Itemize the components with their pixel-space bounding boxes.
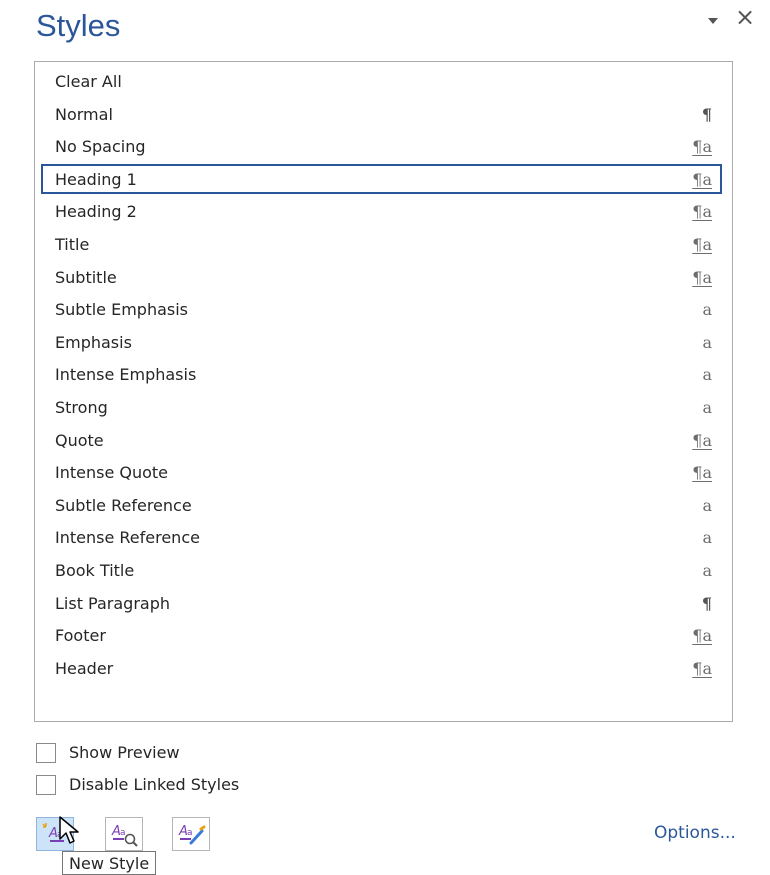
style-name: Intense Reference — [55, 528, 200, 548]
manage-styles-button[interactable]: A a — [172, 817, 210, 851]
style-name: Normal — [55, 104, 113, 124]
style-item[interactable]: Header ¶a — [41, 653, 722, 683]
style-name: Title — [55, 235, 90, 254]
style-name: Quote — [55, 430, 104, 450]
svg-text:a: a — [120, 828, 126, 838]
character-style-icon: a — [702, 398, 712, 417]
style-name: Heading 1 — [55, 169, 137, 189]
linked-style-icon: ¶a — [692, 463, 712, 483]
style-name: Clear All — [55, 72, 122, 91]
style-item[interactable]: Heading 2 ¶a — [41, 196, 722, 226]
style-item[interactable]: Footer ¶a — [41, 620, 722, 650]
linked-style-icon: ¶a — [692, 137, 712, 157]
svg-text:a: a — [187, 828, 193, 838]
character-style-icon: a — [702, 528, 712, 548]
new-style-tooltip: New Style — [62, 851, 157, 875]
character-style-icon: a — [702, 365, 712, 385]
disable-linked-styles-label[interactable]: Disable Linked Styles — [69, 775, 239, 795]
style-item[interactable]: Book Title a — [41, 555, 722, 585]
style-item[interactable]: List Paragraph ¶ — [41, 588, 722, 618]
character-style-icon: a — [702, 300, 712, 320]
linked-style-icon: ¶a — [692, 235, 712, 254]
style-name: Emphasis — [55, 332, 132, 352]
style-list[interactable]: Clear All Normal ¶ No Spacing ¶a Heading 1 ¶a H… — [34, 61, 733, 722]
style-name: Subtitle — [55, 267, 117, 287]
style-item[interactable]: Strong a — [41, 392, 722, 422]
style-item[interactable]: Subtitle ¶a — [41, 262, 722, 292]
show-preview-label[interactable]: Show Preview — [69, 743, 180, 763]
checkbox-icon[interactable] — [36, 775, 56, 795]
style-item[interactable]: Quote ¶a — [41, 425, 722, 455]
checkbox-icon[interactable] — [36, 743, 56, 763]
style-item[interactable]: Normal ¶ — [41, 99, 722, 129]
style-item[interactable]: Title ¶a — [41, 229, 722, 259]
style-inspector-button[interactable]: A a — [105, 817, 143, 851]
linked-style-icon: ¶a — [692, 430, 712, 450]
style-name: List Paragraph — [55, 593, 171, 613]
mouse-cursor-icon — [59, 816, 79, 844]
style-name: Book Title — [55, 561, 135, 580]
pane-title: Styles — [36, 8, 121, 43]
linked-style-icon: ¶a — [692, 658, 712, 678]
style-name: Strong — [55, 398, 108, 417]
linked-style-icon: ¶a — [692, 626, 712, 646]
style-name: Header — [55, 658, 114, 678]
paragraph-style-icon: ¶ — [701, 104, 712, 124]
character-style-icon: a — [702, 495, 712, 515]
style-name: No Spacing — [55, 137, 146, 157]
style-item[interactable]: Clear All — [41, 66, 722, 96]
style-item[interactable]: Intense Quote ¶a — [41, 457, 722, 487]
linked-style-icon: ¶a — [692, 267, 712, 287]
style-name: Subtle Emphasis — [55, 300, 189, 320]
pane-options-dropdown-icon[interactable] — [706, 16, 720, 26]
paragraph-style-icon: ¶ — [701, 593, 712, 613]
style-name: Intense Emphasis — [55, 365, 197, 385]
linked-style-icon: ¶a — [692, 202, 712, 222]
style-name: Intense Quote — [55, 463, 169, 483]
style-item[interactable]: No Spacing ¶a — [41, 131, 722, 161]
style-inspector-icon: A a — [111, 824, 138, 847]
style-item[interactable]: Subtle Reference a — [41, 490, 722, 520]
style-item[interactable]: Intense Reference a — [41, 522, 722, 552]
linked-style-icon: ¶a — [692, 169, 712, 189]
character-style-icon: a — [702, 561, 712, 580]
style-item[interactable]: Emphasis a — [41, 327, 722, 357]
options-link[interactable]: Options... — [654, 823, 736, 843]
character-style-icon: a — [702, 332, 712, 352]
style-item[interactable]: Heading 1 ¶a — [41, 163, 722, 194]
manage-styles-icon: A a — [178, 824, 206, 845]
style-name: Footer — [55, 626, 106, 646]
close-icon[interactable]: × — [734, 5, 756, 29]
style-item[interactable]: Subtle Emphasis a — [41, 294, 722, 324]
style-name: Subtle Reference — [55, 495, 192, 515]
style-name: Heading 2 — [55, 202, 137, 222]
style-item[interactable]: Intense Emphasis a — [41, 359, 722, 389]
